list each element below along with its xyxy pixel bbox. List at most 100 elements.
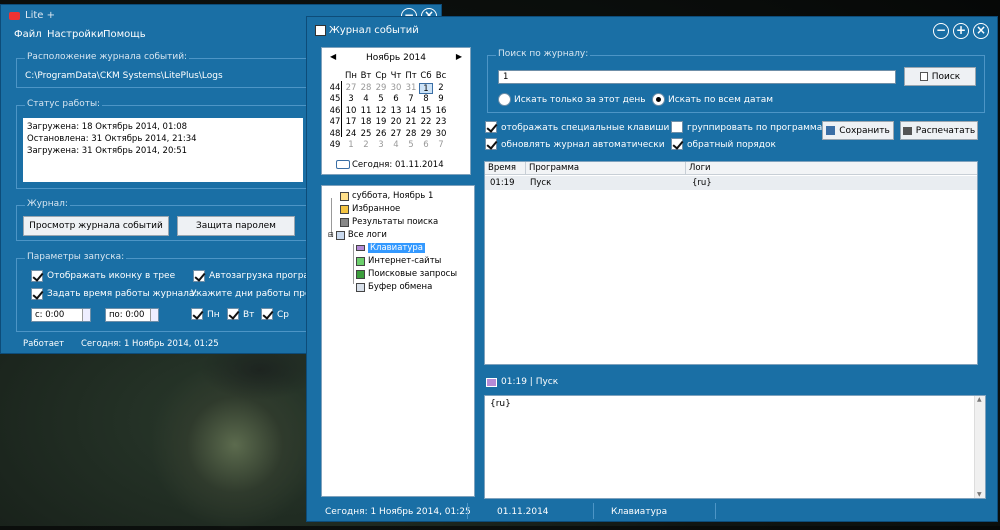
minimize-icon[interactable]: − [933,23,949,39]
calendar-day[interactable]: 2 [359,140,373,151]
tree-item-websites[interactable]: Интернет-сайты [356,256,441,266]
spinner-icon[interactable] [82,309,90,321]
detail-content-text: {ru} [490,399,511,409]
calendar-day[interactable]: 27 [389,129,403,140]
calendar-day[interactable]: 1 [419,82,433,94]
calendar-day[interactable]: 5 [404,140,418,151]
calendar-day[interactable]: 7 [404,94,418,105]
tree-item-search-results[interactable]: Результаты поиска [340,217,438,227]
autoload-checkbox[interactable] [193,270,205,282]
next-month-icon[interactable]: ▶ [456,52,462,61]
calendar-day[interactable]: 23 [434,117,448,128]
detail-content[interactable]: {ru} [484,395,986,499]
calendar-day[interactable]: 7 [434,140,448,151]
calendar-day[interactable]: 12 [374,106,388,117]
day-mon-checkbox[interactable] [191,308,203,320]
calendar-day[interactable]: 29 [419,129,433,140]
grid-header-program[interactable]: Программа [525,162,685,175]
calendar-day[interactable]: 30 [389,83,403,94]
view-log-button[interactable]: Просмотр журнала событий [23,216,169,236]
calendar-day-icon [340,191,349,201]
status-line: Загружена: 18 Октябрь 2014, 01:08 [27,122,188,132]
radio-this-day[interactable] [498,93,511,106]
calendar-day[interactable]: 14 [404,106,418,117]
calendar-day[interactable]: 11 [359,106,373,117]
calendar-day[interactable]: 20 [389,117,403,128]
calendar-day[interactable]: 4 [389,140,403,151]
day-wed-label: Ср [277,310,289,320]
menu-settings[interactable]: Настройки [47,29,103,40]
tree-item-keyboard[interactable]: Клавиатура [356,243,426,253]
calendar-day[interactable]: 30 [434,129,448,140]
collapse-icon[interactable]: ⊟ [328,231,334,239]
maximize-icon[interactable]: + [953,23,969,39]
calendar-day[interactable]: 25 [359,129,373,140]
show-special-keys-checkbox[interactable] [485,121,497,133]
close-icon[interactable]: × [973,23,989,39]
grid-header-time[interactable]: Время [485,162,525,175]
calendar-day[interactable]: 3 [344,94,358,105]
calendar-day[interactable]: 8 [419,94,433,105]
calendar-day[interactable]: 2 [434,83,448,94]
search-input[interactable]: 1 [498,70,896,84]
calendar-day[interactable]: 19 [374,117,388,128]
tree-item-favorites[interactable]: Избранное [340,204,400,214]
calendar-day[interactable]: 17 [344,117,358,128]
search-button[interactable]: Поиск [904,67,976,86]
calendar-day[interactable]: 15 [419,106,433,117]
calendar-day[interactable]: 21 [404,117,418,128]
menu-file[interactable]: Файл [14,29,42,40]
calendar-day[interactable]: 1 [344,140,358,151]
calendar-day[interactable]: 3 [374,140,388,151]
row-logs: {ru} [692,178,712,188]
calendar-day[interactable]: 6 [419,140,433,151]
calendar-day[interactable]: 18 [359,117,373,128]
calendar-day[interactable]: 4 [359,94,373,105]
calendar-month[interactable]: Ноябрь 2014 [322,53,470,63]
group-by-program-checkbox[interactable] [671,121,683,133]
time-to-input[interactable]: по: 0:00 [105,308,159,322]
radio-all-dates[interactable] [652,93,665,106]
calendar-day[interactable]: 24 [344,129,358,140]
password-button[interactable]: Защита паролем [177,216,295,236]
time-to-value: по: 0:00 [109,310,145,320]
show-tray-icon-checkbox[interactable] [31,270,43,282]
calendar-weekday: Сб [420,71,432,81]
calendar-day[interactable]: 16 [434,106,448,117]
tree-item-day[interactable]: суббота, Ноябрь 1 [340,191,433,201]
journal-titlebar[interactable]: Журнал событий − + × [307,17,997,45]
print-button[interactable]: Распечатать [900,121,978,140]
calendar-day[interactable]: 6 [389,94,403,105]
save-icon [826,126,836,135]
calendar-weekday: Пт [405,71,417,81]
tree-item-clipboard[interactable]: Буфер обмена [356,282,432,292]
calendar-day[interactable]: 31 [404,83,418,94]
search-query-icon [356,269,365,279]
grid-header-logs[interactable]: Логи [685,162,977,175]
set-journal-time-checkbox[interactable] [31,288,43,300]
calendar-day[interactable]: 28 [359,83,373,94]
time-from-input[interactable]: с: 0:00 [31,308,91,322]
reverse-order-checkbox[interactable] [671,138,683,150]
tree-item-all-logs[interactable]: ⊟ Все логи [328,230,387,240]
calendar-day[interactable]: 22 [419,117,433,128]
calendar-day[interactable]: 26 [374,129,388,140]
calendar-day[interactable]: 5 [374,94,388,105]
spinner-icon[interactable] [150,309,158,321]
save-button[interactable]: Сохранить [822,121,894,140]
calendar-day[interactable]: 28 [404,129,418,140]
calendar-today[interactable]: Сегодня: 01.11.2014 [352,160,444,170]
table-row[interactable] [485,176,977,190]
calendar-day[interactable]: 13 [389,106,403,117]
status-line: Остановлена: 31 Октябрь 2014, 21:34 [27,134,197,144]
menu-help[interactable]: Помощь [103,29,146,40]
detail-scrollbar[interactable] [974,396,985,498]
tree-item-search-queries[interactable]: Поисковые запросы [356,269,457,279]
day-wed-checkbox[interactable] [261,308,273,320]
day-tue-checkbox[interactable] [227,308,239,320]
calendar-day[interactable]: 9 [434,94,448,105]
calendar-day[interactable]: 27 [344,83,358,94]
auto-refresh-checkbox[interactable] [485,138,497,150]
calendar-day[interactable]: 10 [344,106,358,117]
calendar-day[interactable]: 29 [374,83,388,94]
